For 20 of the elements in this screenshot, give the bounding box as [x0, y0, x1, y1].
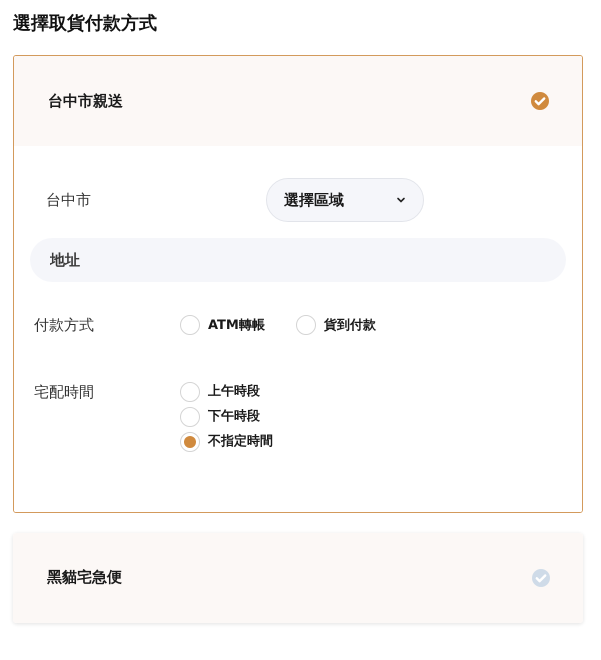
- radio-label[interactable]: ATM轉帳: [208, 316, 265, 335]
- radio-label[interactable]: 上午時段: [208, 382, 260, 402]
- radio-label[interactable]: 貨到付款: [324, 316, 376, 335]
- city-label: 台中市: [45, 190, 92, 211]
- radio-button[interactable]: [296, 315, 316, 336]
- page-title: 選擇取貨付款方式: [13, 12, 158, 36]
- radio-label[interactable]: 下午時段: [208, 406, 260, 426]
- chevron-down-icon: [396, 196, 406, 204]
- delivery-time-label: 宅配時間: [33, 382, 95, 402]
- card-header[interactable]: 黑貓宅急便: [13, 532, 583, 622]
- payment-label: 付款方式: [33, 315, 95, 336]
- method-name: 黑貓宅急便: [47, 567, 122, 588]
- method-name: 台中市親送: [48, 90, 123, 112]
- radio-button[interactable]: [180, 315, 200, 336]
- radio-label[interactable]: 不指定時間: [208, 432, 273, 452]
- radio-button[interactable]: [180, 432, 200, 452]
- card-header[interactable]: 台中市親送: [14, 56, 582, 146]
- radio-button[interactable]: [180, 406, 200, 426]
- district-select[interactable]: 選擇區域: [266, 178, 424, 222]
- radio-button[interactable]: [180, 382, 200, 402]
